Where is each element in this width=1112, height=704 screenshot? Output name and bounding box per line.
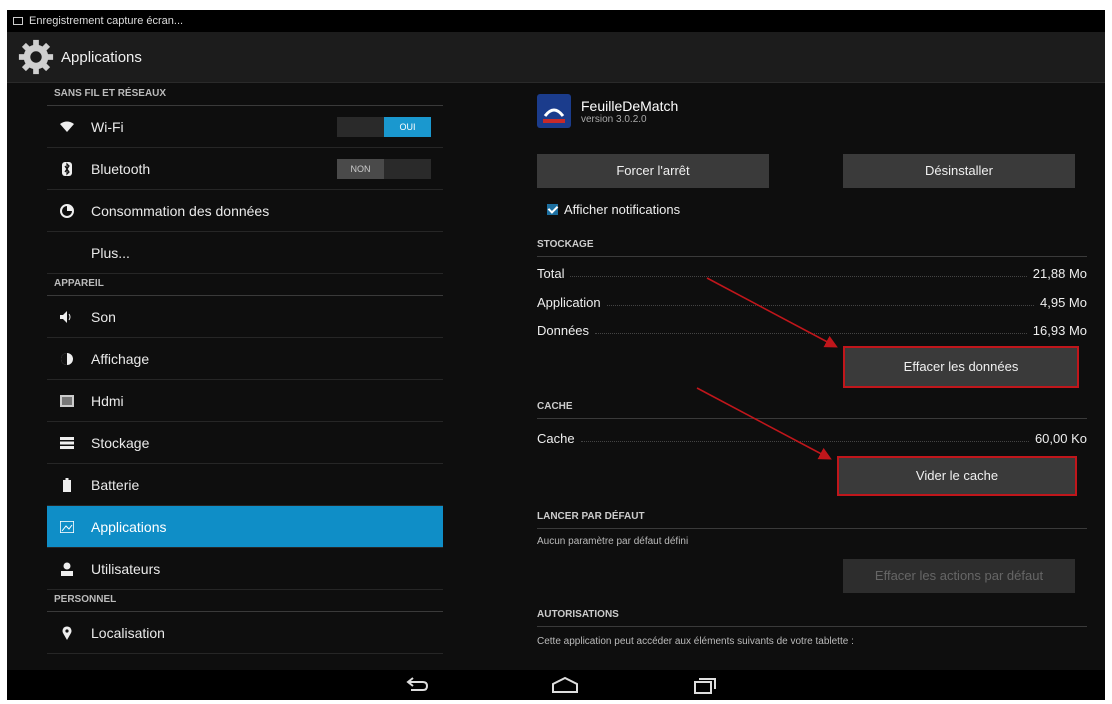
toggle-on-label: OUI xyxy=(384,116,431,137)
settings-item-label: Wi-Fi xyxy=(91,118,124,135)
status-bar: Enregistrement capture écran... xyxy=(7,10,1105,32)
apps-icon xyxy=(60,520,74,534)
location-pin-icon xyxy=(60,625,74,640)
storage-value: 16,93 Mo xyxy=(1032,323,1087,338)
storage-label: Données xyxy=(537,323,590,338)
storage-row-data: Données 16,93 Mo xyxy=(537,323,1087,338)
settings-item-label: Affichage xyxy=(91,350,150,367)
screen-record-icon xyxy=(13,17,23,25)
settings-item-label: Applications xyxy=(91,518,167,535)
notifications-checkbox[interactable]: Afficher notifications xyxy=(547,202,680,217)
settings-item-label: Localisation xyxy=(91,624,165,641)
settings-item-wifi[interactable]: Wi-Fi OUI xyxy=(47,106,443,148)
storage-value: 4,95 Mo xyxy=(1040,295,1087,310)
navigation-bar xyxy=(7,670,1105,700)
settings-item-label: Bluetooth xyxy=(91,160,151,177)
action-bar: Applications xyxy=(7,32,1105,83)
clear-data-button[interactable]: Effacer les données xyxy=(843,346,1079,388)
app-name: FeuilleDeMatch xyxy=(581,97,679,114)
bluetooth-toggle[interactable]: NON xyxy=(337,158,431,179)
storage-row-total: Total 21,88 Mo xyxy=(537,266,1087,281)
section-header-personal: PERSONNEL xyxy=(47,590,443,612)
brightness-icon xyxy=(60,352,74,366)
settings-item-label: Utilisateurs xyxy=(91,560,161,577)
force-stop-button[interactable]: Forcer l'arrêt xyxy=(537,154,769,188)
permissions-text: Cette application peut accéder aux éléme… xyxy=(537,636,854,647)
wifi-toggle[interactable]: OUI xyxy=(337,116,431,137)
section-header-device: APPAREIL xyxy=(47,274,443,296)
launch-default-text: Aucun paramètre par défaut défini xyxy=(537,536,689,547)
storage-icon xyxy=(60,436,74,450)
hdmi-icon xyxy=(60,394,74,408)
settings-item-hdmi[interactable]: Hdmi xyxy=(47,380,443,422)
settings-item-applications[interactable]: Applications xyxy=(47,506,443,548)
android-screen: Enregistrement capture écran... Applicat… xyxy=(7,10,1105,700)
settings-item-more[interactable]: Plus... xyxy=(47,232,443,274)
settings-item-storage[interactable]: Stockage xyxy=(47,422,443,464)
settings-item-sound[interactable]: Son xyxy=(47,296,443,338)
clear-cache-button[interactable]: Vider le cache xyxy=(837,456,1077,496)
battery-icon xyxy=(60,477,74,492)
storage-label: Application xyxy=(537,295,601,310)
settings-item-display[interactable]: Affichage xyxy=(47,338,443,380)
notifications-label: Afficher notifications xyxy=(564,202,681,217)
app-logo-icon xyxy=(537,94,571,128)
uninstall-button[interactable]: Désinstaller xyxy=(843,154,1075,188)
settings-item-label: Stockage xyxy=(91,434,150,451)
status-text: Enregistrement capture écran... xyxy=(29,15,184,27)
settings-item-label: Son xyxy=(91,308,116,325)
user-icon xyxy=(60,562,74,576)
launch-default-header: LANCER PAR DÉFAUT xyxy=(537,508,1087,529)
toggle-off-label: NON xyxy=(337,158,384,179)
app-detail-pane: FeuilleDeMatch version 3.0.2.0 Forcer l'… xyxy=(527,84,1087,680)
settings-item-data-usage[interactable]: Consommation des données xyxy=(47,190,443,232)
back-icon[interactable] xyxy=(405,676,429,694)
settings-item-location[interactable]: Localisation xyxy=(47,612,443,654)
checkbox-checked-icon xyxy=(547,204,558,215)
speaker-icon xyxy=(60,310,74,324)
settings-item-bluetooth[interactable]: Bluetooth NON xyxy=(47,148,443,190)
app-version: version 3.0.2.0 xyxy=(581,113,647,125)
wifi-icon xyxy=(60,120,74,134)
section-header-wireless: SANS FIL ET RÉSEAUX xyxy=(47,84,443,106)
settings-item-label: Batterie xyxy=(91,476,140,493)
blank-icon xyxy=(60,246,74,260)
home-icon[interactable] xyxy=(550,676,580,694)
settings-item-label: Plus... xyxy=(91,244,130,261)
storage-header: STOCKAGE xyxy=(537,236,1087,257)
storage-row-application: Application 4,95 Mo xyxy=(537,295,1087,310)
settings-item-battery[interactable]: Batterie xyxy=(47,464,443,506)
settings-item-users[interactable]: Utilisateurs xyxy=(47,548,443,590)
storage-label: Total xyxy=(537,266,565,281)
cache-header: CACHE xyxy=(537,398,1087,419)
cache-label: Cache xyxy=(537,431,575,446)
storage-value: 21,88 Mo xyxy=(1032,266,1087,281)
settings-item-label: Consommation des données xyxy=(91,202,270,219)
page-title: Applications xyxy=(61,48,142,66)
permissions-header: AUTORISATIONS xyxy=(537,606,1087,627)
settings-gear-icon[interactable] xyxy=(17,38,55,76)
recent-apps-icon[interactable] xyxy=(693,676,717,694)
settings-list: SANS FIL ET RÉSEAUX Wi-Fi OUI Bluetooth … xyxy=(47,84,443,680)
bluetooth-icon xyxy=(60,161,74,176)
settings-item-label: Hdmi xyxy=(91,392,124,409)
cache-value: 60,00 Ko xyxy=(1034,431,1087,446)
data-usage-icon xyxy=(60,203,74,218)
clear-defaults-button: Effacer les actions par défaut xyxy=(843,559,1075,593)
cache-row: Cache 60,00 Ko xyxy=(537,431,1087,446)
app-header: FeuilleDeMatch version 3.0.2.0 xyxy=(537,94,678,128)
